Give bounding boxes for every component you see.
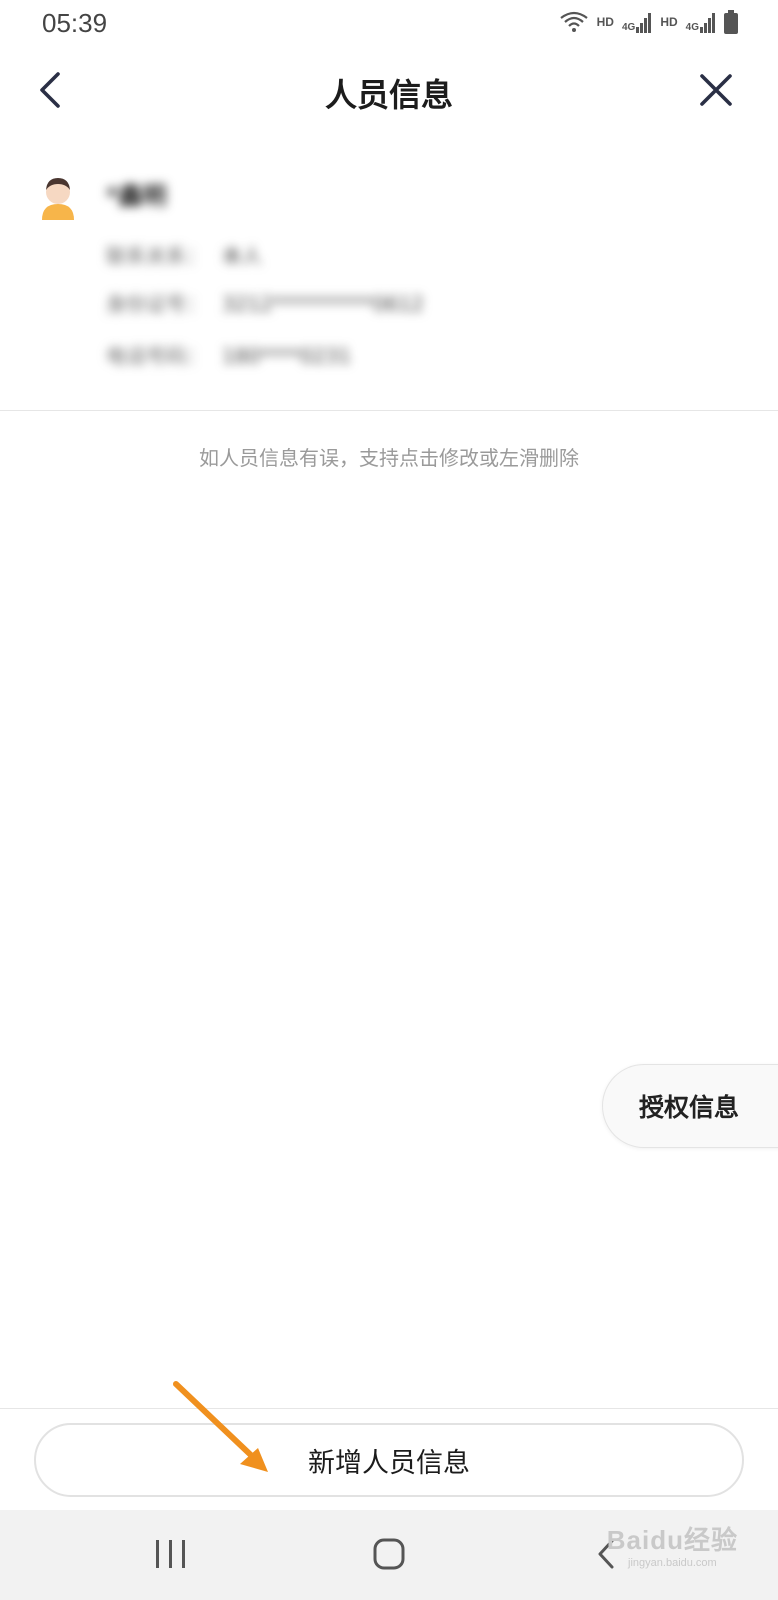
relation-label: 联系关系：	[106, 244, 206, 268]
divider	[0, 410, 778, 411]
phone-label: 电话号码：	[106, 344, 206, 368]
hd-label: HD	[660, 15, 678, 29]
status-time: 05:39	[42, 8, 108, 38]
phone-value: 180****0231	[222, 344, 352, 368]
id-number-row: 身份证号： 3212**********0612	[106, 288, 424, 317]
relation-value: 本人	[222, 244, 262, 268]
nav-bar: 人员信息	[0, 50, 778, 130]
system-nav-bar: Baidu经验 jingyan.baidu.com	[0, 1510, 778, 1600]
page-title: 人员信息	[324, 76, 453, 114]
close-icon	[700, 74, 732, 106]
wifi-icon	[559, 10, 589, 34]
id-number-value: 3212**********0612	[222, 292, 424, 316]
divider	[0, 1408, 778, 1409]
signal-icon: 4G	[622, 11, 652, 33]
hint-text: 如人员信息有误，支持点击修改或左滑删除	[199, 446, 579, 470]
watermark-main: Baidu经验	[606, 1525, 738, 1555]
add-person-button[interactable]: 新增人员信息	[34, 1423, 744, 1497]
relation-row: 联系关系： 本人	[106, 240, 262, 269]
watermark-sub: jingyan.baidu.com	[628, 1557, 717, 1569]
auth-info-label: 授权信息	[639, 1093, 740, 1122]
person-avatar-icon	[38, 172, 78, 222]
arrow-annotation-icon	[173, 1381, 268, 1472]
status-bar: 05:39 HD 4G HD 4G	[0, 0, 778, 50]
hd-label: HD	[596, 15, 614, 29]
add-person-label: 新增人员信息	[308, 1447, 470, 1479]
phone-row: 电话号码： 180****0231	[106, 340, 351, 369]
battery-icon	[724, 10, 738, 34]
home-icon[interactable]	[372, 1537, 406, 1571]
auth-info-button[interactable]: 授权信息	[602, 1064, 778, 1148]
recent-apps-icon[interactable]	[154, 1536, 188, 1572]
person-name: *鑫明	[106, 182, 167, 210]
close-button[interactable]	[694, 68, 738, 112]
person-card[interactable]: *鑫明 联系关系： 本人 身份证号： 3212**********0612 电话号码…	[0, 140, 778, 410]
id-number-label: 身份证号：	[106, 292, 206, 316]
signal-icon: 4G	[686, 11, 716, 33]
status-icons: HD 4G HD 4G	[559, 10, 738, 34]
watermark: Baidu经验 jingyan.baidu.com	[607, 1520, 738, 1569]
